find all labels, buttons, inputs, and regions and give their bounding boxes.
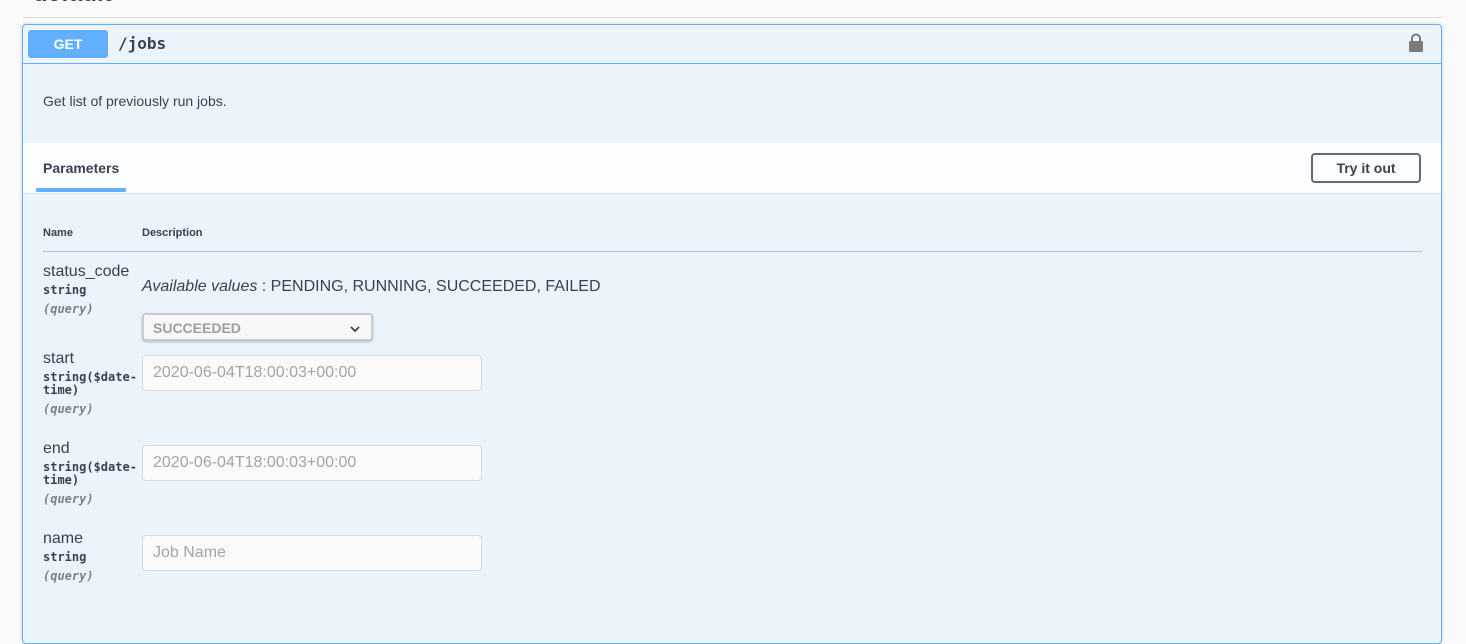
lock-icon[interactable] xyxy=(1408,33,1424,53)
http-method-badge: GET xyxy=(28,30,108,58)
available-values: Available values : PENDING, RUNNING, SUC… xyxy=(142,278,601,296)
param-type: string($date-time) xyxy=(43,370,137,397)
parameters-header: Parameters Try it out xyxy=(23,143,1441,194)
endpoint-path: /jobs xyxy=(118,34,167,53)
param-type: string xyxy=(43,283,87,297)
available-values-label: Available values xyxy=(142,278,258,295)
param-name: start xyxy=(43,350,75,367)
chevron-down-icon xyxy=(349,322,361,334)
param-location: (query) xyxy=(43,302,94,316)
param-end: end string($date-time) (query) xyxy=(43,440,143,506)
try-it-out-button[interactable]: Try it out xyxy=(1311,153,1421,183)
param-name: status_code xyxy=(43,263,130,280)
section-divider xyxy=(23,17,1442,18)
end-input[interactable]: 2020-06-04T18:00:03+00:00 xyxy=(142,445,482,481)
operation-description: Get list of previously run jobs. xyxy=(43,93,227,109)
tab-parameters[interactable]: Parameters xyxy=(43,160,119,176)
job-name-input[interactable]: Job Name xyxy=(142,535,482,571)
start-input[interactable]: 2020-06-04T18:00:03+00:00 xyxy=(142,355,482,391)
param-location: (query) xyxy=(43,569,94,583)
operation-block-get-jobs: GET /jobs Get list of previously run job… xyxy=(22,24,1442,644)
column-header-description: Description xyxy=(142,227,203,239)
table-header-divider xyxy=(43,251,1422,252)
column-header-name: Name xyxy=(43,227,73,239)
param-name: end xyxy=(43,440,70,457)
param-type: string xyxy=(43,550,87,564)
param-type: string($date-time) xyxy=(43,460,137,487)
param-name: name xyxy=(43,530,84,547)
param-location: (query) xyxy=(43,402,94,416)
section-title[interactable]: default xyxy=(33,0,112,8)
param-location: (query) xyxy=(43,492,94,506)
operation-summary[interactable]: GET /jobs xyxy=(23,25,1441,64)
select-value: SUCCEEDED xyxy=(153,320,241,336)
available-values-list: : PENDING, RUNNING, SUCCEEDED, FAILED xyxy=(257,278,601,295)
param-start: start string($date-time) (query) xyxy=(43,350,143,416)
param-status-code: status_code string (query) xyxy=(43,263,143,316)
param-name-row: name string (query) xyxy=(43,530,143,583)
status-code-select[interactable]: SUCCEEDED xyxy=(142,313,373,341)
tab-active-indicator xyxy=(36,188,126,192)
